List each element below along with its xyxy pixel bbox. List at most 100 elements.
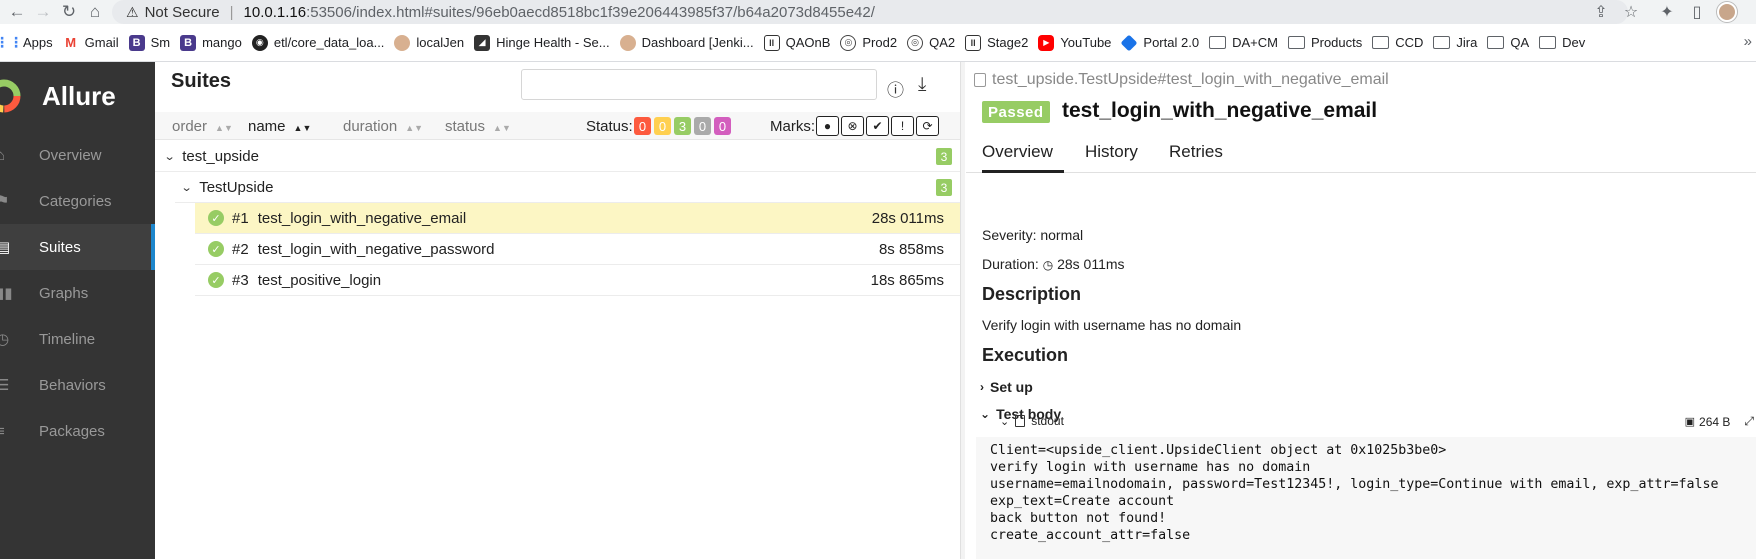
address-bar[interactable]: ⚠ Not Secure | 10.0.1.16:53506/index.htm…: [112, 0, 1628, 24]
bookmark-localjen[interactable]: localJen: [389, 29, 469, 57]
sidebar-item-overview[interactable]: ⌂ Overview: [0, 132, 155, 178]
pane-splitter[interactable]: [960, 62, 965, 559]
passed-check-icon: ✓: [208, 272, 224, 288]
url-path[interactable]: :53506/index.html#suites/96eb0aecd8518bc…: [306, 4, 875, 21]
sort-order[interactable]: order ▲▼: [172, 118, 233, 135]
home-icon[interactable]: ⌂: [82, 0, 108, 24]
bookmark-label: YouTube: [1060, 35, 1112, 50]
sidebar-item-packages[interactable]: ≡ Packages: [0, 408, 155, 454]
test-row[interactable]: ✓ #1 test_login_with_negative_email 28s 011…: [195, 203, 960, 234]
sort-name[interactable]: name ▲▼: [248, 118, 311, 135]
sidebar-item-graphs[interactable]: ▮▮ Graphs: [0, 270, 155, 316]
breadcrumb[interactable]: test_upside.TestUpside#test_login_with_n…: [974, 71, 1389, 89]
bookmark-prod2[interactable]: ◎ Prod2: [835, 29, 902, 57]
bookmark-da-cm[interactable]: DA+CM: [1204, 29, 1283, 57]
suite-row[interactable]: ⌄ test_upside 3: [155, 141, 960, 172]
status-failed-badge[interactable]: 0: [634, 117, 651, 135]
execution-heading: Execution: [982, 345, 1069, 365]
bookmark-sm[interactable]: B Sm: [124, 29, 176, 57]
reload-icon[interactable]: ↻: [56, 0, 82, 24]
warning-triangle-icon[interactable]: ⚠: [126, 4, 139, 21]
forward-arrow-icon[interactable]: →: [30, 0, 56, 24]
bookmark-mango[interactable]: Bmango: [175, 29, 247, 57]
bookmark-portal-2-0[interactable]: Portal 2.0: [1116, 29, 1204, 57]
align-left-icon: ≡: [0, 423, 5, 439]
tab-history[interactable]: History: [1085, 139, 1138, 173]
sort-status[interactable]: status ▲▼: [445, 118, 511, 135]
profile-avatar[interactable]: [1712, 0, 1742, 24]
copy-icon[interactable]: [974, 73, 986, 87]
brand[interactable]: Allure: [0, 62, 155, 130]
flaky-mark-icon[interactable]: ●: [816, 116, 839, 136]
search-input[interactable]: [521, 69, 877, 100]
sidebar-item-behaviors[interactable]: ☰ Behaviors: [0, 362, 155, 408]
bookmark-dashboard-jenki[interactable]: Dashboard [Jenki...: [615, 29, 759, 57]
status-skipped-badge[interactable]: 0: [694, 117, 711, 135]
url-host[interactable]: 10.0.1.16: [244, 4, 307, 21]
new-passed-mark-icon[interactable]: ✔: [866, 116, 889, 136]
globe-icon: ◎: [907, 34, 924, 51]
test-row[interactable]: ✓ #3 test_positive_login 18s 865ms: [195, 265, 960, 296]
new-broken-mark-icon[interactable]: !: [891, 116, 914, 136]
sidebar-item-label: Timeline: [39, 330, 96, 348]
test-row[interactable]: ✓ #2 test_login_with_negative_password 8s 8…: [195, 234, 960, 265]
extensions-puzzle-icon[interactable]: ✦: [1652, 0, 1682, 24]
attachment-header[interactable]: ⌄ stdout: [1000, 414, 1064, 428]
bookmark-jira[interactable]: Jira: [1428, 29, 1482, 57]
sort-duration[interactable]: duration ▲▼: [343, 118, 423, 135]
sort-arrows-icon: ▲▼: [293, 123, 312, 133]
bookmark-star-icon[interactable]: ☆: [1616, 0, 1646, 24]
download-icon[interactable]: ⤓: [918, 74, 926, 96]
status-broken-badge[interactable]: 0: [654, 117, 671, 135]
bookmark-stage2[interactable]: ll Stage2: [960, 29, 1033, 57]
bookmark-dev[interactable]: Dev: [1534, 29, 1590, 57]
sort-arrows-icon: ▲▼: [215, 123, 233, 133]
bookmark-products[interactable]: Products: [1283, 29, 1367, 57]
bookmark-label: CCD: [1395, 35, 1424, 50]
bookmark-apps[interactable]: ⋮⋮ Apps: [0, 29, 58, 57]
bookmark-etl-core-data-loa[interactable]: ◉ etl/core_data_loa...: [247, 29, 390, 57]
folder-icon: [1372, 36, 1390, 49]
new-failed-mark-icon[interactable]: ⊗: [841, 116, 864, 136]
status-passed-badge[interactable]: 3: [674, 117, 691, 135]
expand-icon[interactable]: ⤢: [1744, 414, 1754, 429]
tab-retries[interactable]: Retries: [1169, 139, 1223, 173]
bookmark-qaonb[interactable]: ll QAOnB: [759, 29, 836, 57]
bookmark-label: Prod2: [862, 35, 898, 50]
sidebar-item-suites[interactable]: ▤ Suites: [0, 224, 155, 270]
stdout-content: Client=<upside_client.UpsideClient objec…: [976, 437, 1756, 559]
class-row[interactable]: ⌄ TestUpside 3: [175, 172, 960, 203]
bookmark-qa[interactable]: QA: [1482, 29, 1534, 57]
bookmark-ccd[interactable]: CCD: [1367, 29, 1428, 57]
back-arrow-icon[interactable]: ←: [4, 0, 30, 24]
list-icon: ☰: [0, 377, 10, 393]
sort-arrows-icon: ▲▼: [493, 123, 511, 133]
sort-name-label: name: [248, 118, 286, 135]
more-bookmarks-icon[interactable]: »: [1744, 33, 1752, 50]
share-icon[interactable]: ⇪: [1586, 0, 1616, 24]
bookmark-youtube[interactable]: ▶ YouTube: [1033, 29, 1116, 57]
chevron-down-icon: ⌄: [1000, 415, 1010, 428]
bar-chart-icon: ▮▮: [0, 285, 13, 301]
info-icon[interactable]: ⓘ: [887, 76, 904, 101]
bookmark-label: Gmail: [84, 35, 119, 50]
bookmark-gmail[interactable]: M Gmail: [58, 29, 124, 57]
test-number: #2: [232, 240, 249, 258]
bookmark-qa2[interactable]: ◎ QA2: [902, 29, 960, 57]
side-panel-icon[interactable]: ▯: [1682, 0, 1712, 24]
bookmark-label: mango: [202, 35, 242, 50]
menu-dots-icon[interactable]: [1742, 0, 1756, 24]
clock-icon: ◷: [1042, 258, 1054, 272]
status-unknown-badge[interactable]: 0: [714, 117, 731, 135]
save-disk-icon[interactable]: ▣: [1685, 415, 1695, 428]
retries-mark-icon[interactable]: ⟳: [916, 116, 939, 136]
suites-panel: Suites ⓘ ⤓ order ▲▼ name ▲▼ duration ▲▼ sta…: [155, 62, 960, 559]
sidebar-item-timeline[interactable]: ◷ Timeline: [0, 316, 155, 362]
security-label[interactable]: Not Secure: [145, 4, 220, 21]
sidebar-item-categories[interactable]: ⚑ Categories: [0, 178, 155, 224]
duration-label: Duration:: [982, 256, 1039, 272]
tab-overview[interactable]: Overview: [982, 139, 1064, 173]
bookmark-hinge-health-se[interactable]: ◢ Hinge Health - Se...: [469, 29, 614, 57]
bookmark-label: Products: [1310, 35, 1363, 50]
setup-step[interactable]: › Set up: [980, 379, 1033, 395]
